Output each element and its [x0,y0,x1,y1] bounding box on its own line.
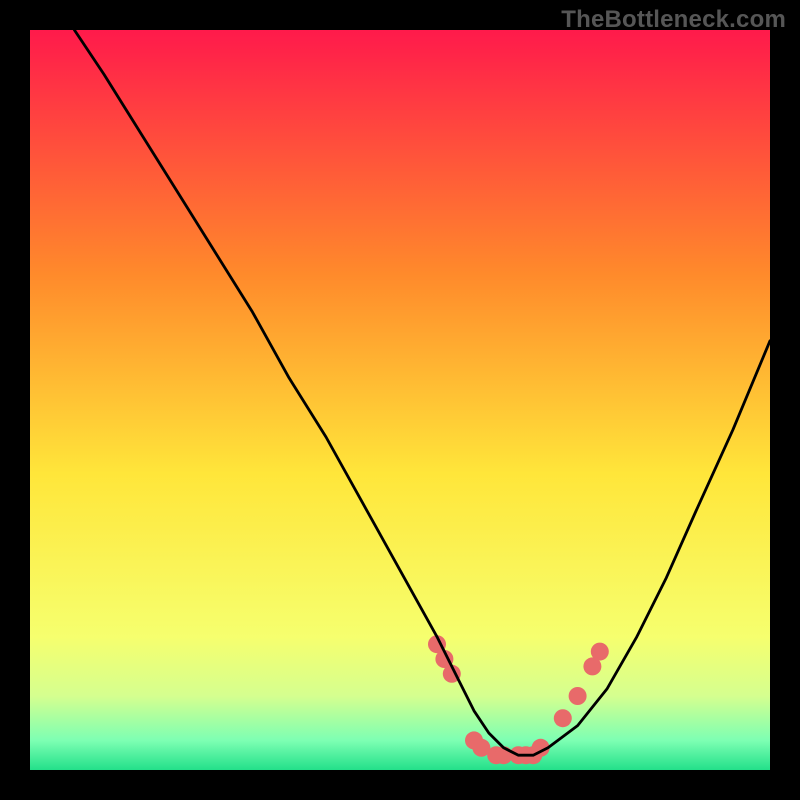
gradient-background [30,30,770,770]
plot-frame [30,30,770,770]
watermark-text: TheBottleneck.com [561,6,786,34]
bottleneck-plot [30,30,770,770]
marker-point [569,687,587,705]
marker-point [554,709,572,727]
marker-point [591,643,609,661]
